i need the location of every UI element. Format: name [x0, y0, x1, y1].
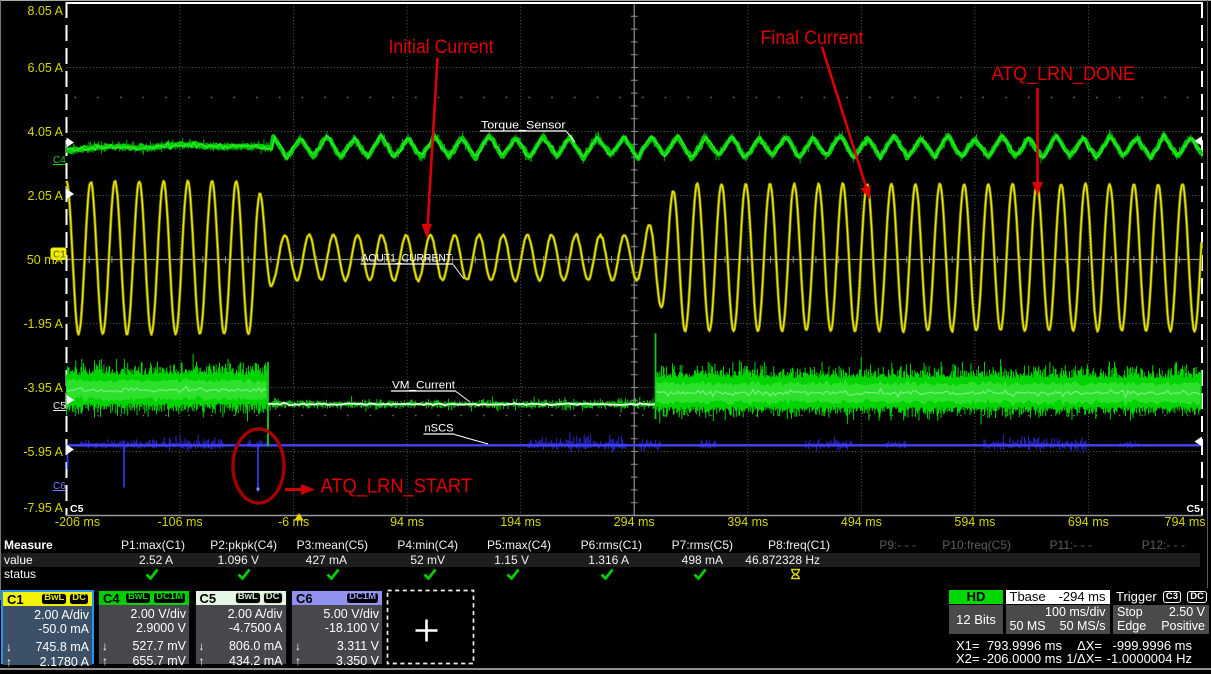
svg-text:C5: C5	[1187, 503, 1201, 515]
svg-text:nSCS: nSCS	[425, 423, 454, 435]
svg-text:VM_Current: VM_Current	[392, 380, 455, 392]
svg-text:Torque_Sensor: Torque_Sensor	[481, 120, 566, 132]
svg-text:C6: C6	[53, 481, 66, 492]
svg-text:ATQ_LRN_DONE: ATQ_LRN_DONE	[992, 64, 1136, 85]
svg-text:Final Current: Final Current	[761, 28, 865, 49]
svg-text:C5: C5	[70, 503, 84, 515]
svg-text:C4: C4	[53, 155, 66, 166]
svg-text:Initial Current: Initial Current	[389, 37, 495, 58]
svg-text:C5: C5	[53, 401, 66, 412]
svg-text:AOUT1_CURRENT: AOUT1_CURRENT	[362, 253, 453, 265]
svg-text:ATQ_LRN_START: ATQ_LRN_START	[321, 476, 473, 498]
